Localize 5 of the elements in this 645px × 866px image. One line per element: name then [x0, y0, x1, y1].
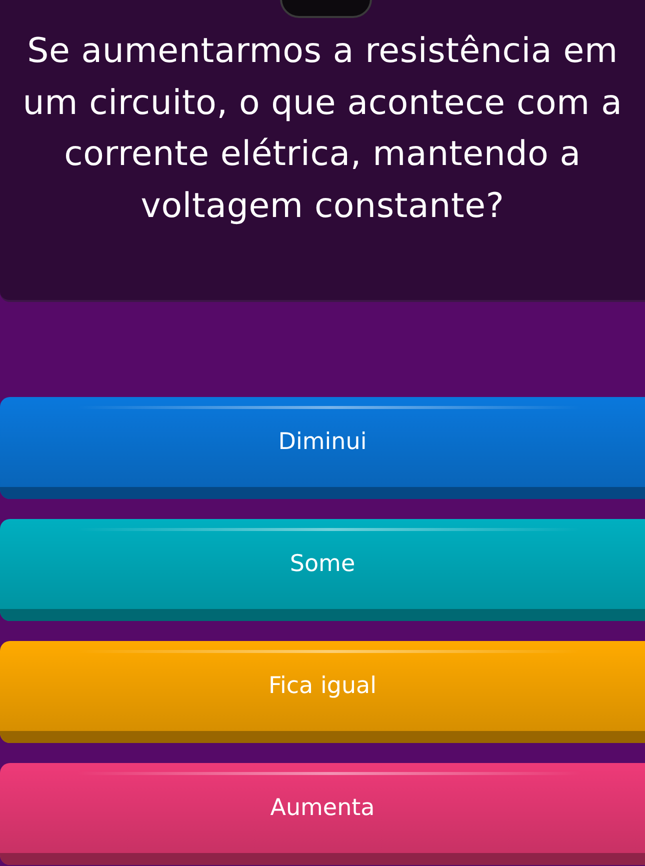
question-text: Se aumentarmos a resistência em um circuito, o que acontece com a corrente elétrica, mantendo a voltagem constante?: [22, 30, 624, 228]
answer-option[interactable]: Diminui: [0, 397, 645, 499]
answer-option[interactable]: Aumenta: [0, 763, 645, 865]
answer-option[interactable]: Some: [0, 519, 645, 621]
answer-option[interactable]: Fica igual: [0, 641, 645, 743]
